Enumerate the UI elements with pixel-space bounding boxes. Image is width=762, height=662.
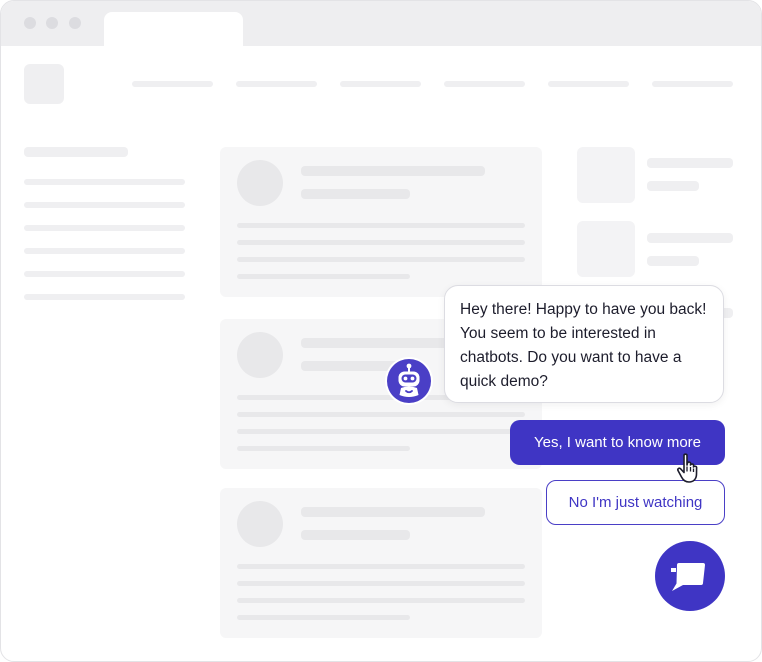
sidebar-item-placeholder[interactable] [24,202,185,208]
window-control-minimize[interactable] [46,17,58,29]
text-line-placeholder [237,598,525,603]
text-line-placeholder [237,446,410,451]
nav-item-placeholder[interactable] [548,81,629,87]
sidebar-item-placeholder[interactable] [24,225,185,231]
title-placeholder [301,166,485,176]
window-control-close[interactable] [24,17,36,29]
text-line-placeholder [237,240,525,245]
text-line-placeholder [237,257,525,262]
feed-card [220,488,542,638]
option-yes-label: Yes, I want to know more [533,434,702,451]
title-placeholder [647,233,733,243]
sidebar-item-placeholder[interactable] [24,271,185,277]
hand-pointer-icon [677,453,698,483]
logo-placeholder [24,64,64,104]
text-line-placeholder [237,429,525,434]
chat-launcher-button[interactable] [655,541,725,611]
browser-titlebar [1,1,761,47]
nav-item-placeholder[interactable] [340,81,421,87]
subtitle-placeholder [301,530,410,540]
subtitle-placeholder [647,181,699,191]
nav-item-placeholder[interactable] [444,81,525,87]
nav-item-placeholder[interactable] [652,81,733,87]
sidebar-item-placeholder[interactable] [24,248,185,254]
text-line-placeholder [237,615,410,620]
sidebar-heading-placeholder [24,147,128,157]
avatar-placeholder [237,501,283,547]
avatar-placeholder [237,160,283,206]
chat-message-bubble: Hey there! Happy to have you back! You s… [444,285,724,403]
text-line-placeholder [237,274,410,279]
nav-item-placeholder[interactable] [132,81,213,87]
text-line-placeholder [237,564,525,569]
chat-bubble-icon [671,563,705,591]
browser-tab[interactable] [104,12,243,47]
robot-icon [387,359,431,403]
sidebar-item-placeholder[interactable] [24,294,185,300]
sidebar-item-placeholder[interactable] [24,179,185,185]
subtitle-placeholder [647,256,699,266]
title-placeholder [647,158,733,168]
feed-card [220,147,542,297]
chat-message-text: Hey there! Happy to have you back! You s… [460,301,707,390]
title-placeholder [301,507,485,517]
option-no-label: No I'm just watching [568,494,703,511]
avatar-placeholder [237,332,283,378]
nav-item-placeholder[interactable] [236,81,317,87]
text-line-placeholder [237,412,525,417]
thumbnail-placeholder [577,147,635,203]
option-no-button[interactable]: No I'm just watching [546,480,725,525]
text-line-placeholder [237,223,525,228]
window-control-maximize[interactable] [69,17,81,29]
subtitle-placeholder [301,189,410,199]
thumbnail-placeholder [577,221,635,277]
text-line-placeholder [237,581,525,586]
